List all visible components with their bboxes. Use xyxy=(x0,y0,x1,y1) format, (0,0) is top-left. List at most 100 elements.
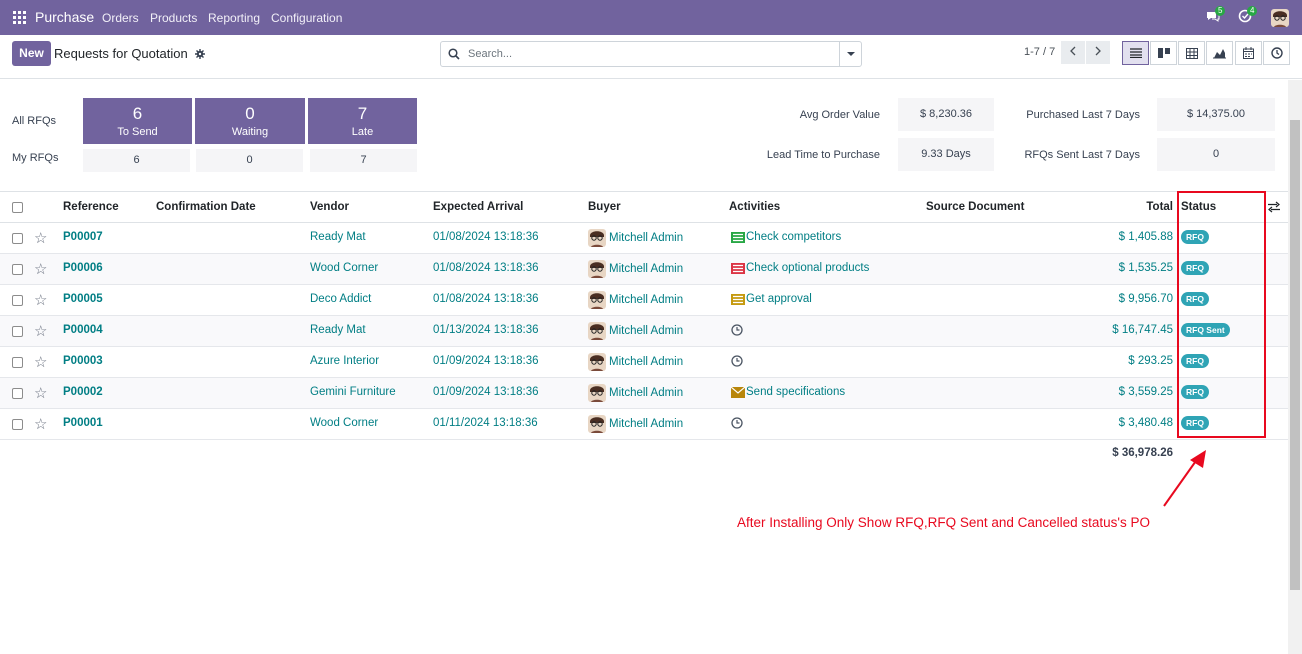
app-menu-icon[interactable] xyxy=(13,11,26,24)
table-row[interactable]: ☆ P00004 Ready Mat 01/13/2024 13:18:36 Mitch… xyxy=(0,316,1288,347)
row-vendor[interactable]: Azure Interior xyxy=(310,355,379,367)
menu-orders[interactable]: Orders xyxy=(102,11,139,25)
row-vendor[interactable]: Ready Mat xyxy=(310,231,366,243)
buyer-avatar xyxy=(588,322,606,340)
col-confirmation-date[interactable]: Confirmation Date xyxy=(156,201,256,213)
row-checkbox[interactable] xyxy=(12,388,23,399)
row-reference[interactable]: P00003 xyxy=(63,355,103,367)
status-highlight-box xyxy=(1177,191,1266,438)
row-vendor[interactable]: Wood Corner xyxy=(310,262,378,274)
tile-waiting[interactable]: 0 Waiting xyxy=(195,98,305,144)
menu-products[interactable]: Products xyxy=(150,11,197,25)
row-buyer[interactable]: Mitchell Admin xyxy=(609,294,683,306)
row-buyer[interactable]: Mitchell Admin xyxy=(609,232,683,244)
col-expected-arrival[interactable]: Expected Arrival xyxy=(433,201,523,213)
table-row[interactable]: ☆ P00006 Wood Corner 01/08/2024 13:18:36 Mit… xyxy=(0,254,1288,285)
row-buyer[interactable]: Mitchell Admin xyxy=(609,356,683,368)
row-activity[interactable]: Send specifications xyxy=(746,386,845,398)
col-buyer[interactable]: Buyer xyxy=(588,201,621,213)
kpi-avg-order-value: $ 8,230.36 xyxy=(898,98,994,131)
clock-icon[interactable] xyxy=(731,324,743,336)
gear-icon[interactable] xyxy=(195,48,205,59)
user-avatar[interactable] xyxy=(1271,9,1289,27)
row-reference[interactable]: P00004 xyxy=(63,324,103,336)
tile-to-send[interactable]: 6 To Send xyxy=(83,98,192,144)
new-button[interactable]: New xyxy=(12,41,51,66)
table-row[interactable]: ☆ P00003 Azure Interior 01/09/2024 13:18:36… xyxy=(0,347,1288,378)
row-reference[interactable]: P00001 xyxy=(63,417,103,429)
my-late[interactable]: 7 xyxy=(310,149,417,172)
star-icon[interactable]: ☆ xyxy=(34,353,47,371)
clock-icon[interactable] xyxy=(731,417,743,429)
star-icon[interactable]: ☆ xyxy=(34,291,47,309)
my-waiting[interactable]: 0 xyxy=(196,149,303,172)
col-total[interactable]: Total xyxy=(1146,201,1173,213)
activity-view-button[interactable] xyxy=(1263,41,1290,65)
row-checkbox[interactable] xyxy=(12,357,23,368)
app-name[interactable]: Purchase xyxy=(35,9,94,25)
kpi-avg-order-label: Avg Order Value xyxy=(799,109,880,121)
table-row[interactable]: ☆ P00001 Wood Corner 01/11/2024 13:18:36 Mit… xyxy=(0,409,1288,440)
row-checkbox[interactable] xyxy=(12,295,23,306)
row-vendor[interactable]: Wood Corner xyxy=(310,417,378,429)
row-vendor[interactable]: Deco Addict xyxy=(310,293,371,305)
row-activity[interactable]: Check competitors xyxy=(746,231,841,243)
row-reference[interactable]: P00006 xyxy=(63,262,103,274)
pager-previous-button[interactable] xyxy=(1061,41,1085,64)
search-input[interactable]: Search... xyxy=(440,41,862,67)
table-row[interactable]: ☆ P00002 Gemini Furniture 01/09/2024 13:18:… xyxy=(0,378,1288,409)
pager-value[interactable]: 1-7 / 7 xyxy=(1024,46,1055,58)
search-options-toggle[interactable] xyxy=(839,42,861,66)
star-icon[interactable]: ☆ xyxy=(34,384,47,402)
row-checkbox[interactable] xyxy=(12,326,23,337)
activity-email-icon[interactable] xyxy=(730,386,746,398)
row-reference[interactable]: P00002 xyxy=(63,386,103,398)
row-vendor[interactable]: Ready Mat xyxy=(310,324,366,336)
activities-icon[interactable]: 4 xyxy=(1238,6,1258,25)
star-icon[interactable]: ☆ xyxy=(34,260,47,278)
activity-todo-red-icon[interactable] xyxy=(731,263,745,274)
star-icon[interactable]: ☆ xyxy=(34,415,47,433)
table-row[interactable]: ☆ P00007 Ready Mat 01/08/2024 13:18:36 Mitch… xyxy=(0,223,1288,254)
tile-waiting-label: Waiting xyxy=(231,126,269,138)
star-icon[interactable]: ☆ xyxy=(34,229,47,247)
row-buyer[interactable]: Mitchell Admin xyxy=(609,325,683,337)
row-reference[interactable]: P00007 xyxy=(63,231,103,243)
row-checkbox[interactable] xyxy=(12,264,23,275)
activity-todo-green-icon[interactable] xyxy=(731,232,745,243)
graph-view-button[interactable] xyxy=(1206,41,1233,65)
pager-next-button[interactable] xyxy=(1086,41,1110,64)
row-buyer[interactable]: Mitchell Admin xyxy=(609,263,683,275)
optional-columns-icon[interactable] xyxy=(1268,201,1280,216)
messages-icon[interactable]: 5 xyxy=(1206,6,1226,25)
col-vendor[interactable]: Vendor xyxy=(310,201,349,213)
scrollbar-thumb[interactable] xyxy=(1290,120,1300,590)
row-buyer[interactable]: Mitchell Admin xyxy=(609,387,683,399)
row-checkbox[interactable] xyxy=(12,419,23,430)
activity-todo-orange-icon[interactable] xyxy=(731,294,745,305)
row-activity[interactable]: Check optional products xyxy=(746,262,869,274)
menu-reporting[interactable]: Reporting xyxy=(208,11,260,25)
table-row[interactable]: ☆ P00005 Deco Addict 01/08/2024 13:18:36 Mit… xyxy=(0,285,1288,316)
menu-configuration[interactable]: Configuration xyxy=(271,11,342,25)
col-reference[interactable]: Reference xyxy=(63,201,119,213)
row-reference[interactable]: P00005 xyxy=(63,293,103,305)
page-scrollbar[interactable] xyxy=(1288,80,1302,654)
col-source-document[interactable]: Source Document xyxy=(926,201,1024,213)
kanban-view-button[interactable] xyxy=(1150,41,1177,65)
calendar-view-button[interactable] xyxy=(1235,41,1262,65)
star-icon[interactable]: ☆ xyxy=(34,322,47,340)
clock-icon[interactable] xyxy=(731,355,743,367)
select-all-checkbox[interactable] xyxy=(12,202,23,213)
pivot-view-button[interactable] xyxy=(1178,41,1205,65)
row-vendor[interactable]: Gemini Furniture xyxy=(310,386,396,398)
kpi-lead-time-label: Lead Time to Purchase xyxy=(766,149,880,161)
my-to-send[interactable]: 6 xyxy=(83,149,190,172)
col-activities[interactable]: Activities xyxy=(729,201,780,213)
row-buyer[interactable]: Mitchell Admin xyxy=(609,418,683,430)
tile-late[interactable]: 7 Late xyxy=(308,98,417,144)
row-checkbox[interactable] xyxy=(12,233,23,244)
row-activity[interactable]: Get approval xyxy=(746,293,812,305)
row-total: $ 293.25 xyxy=(1128,355,1173,367)
list-view-button[interactable] xyxy=(1122,41,1149,65)
